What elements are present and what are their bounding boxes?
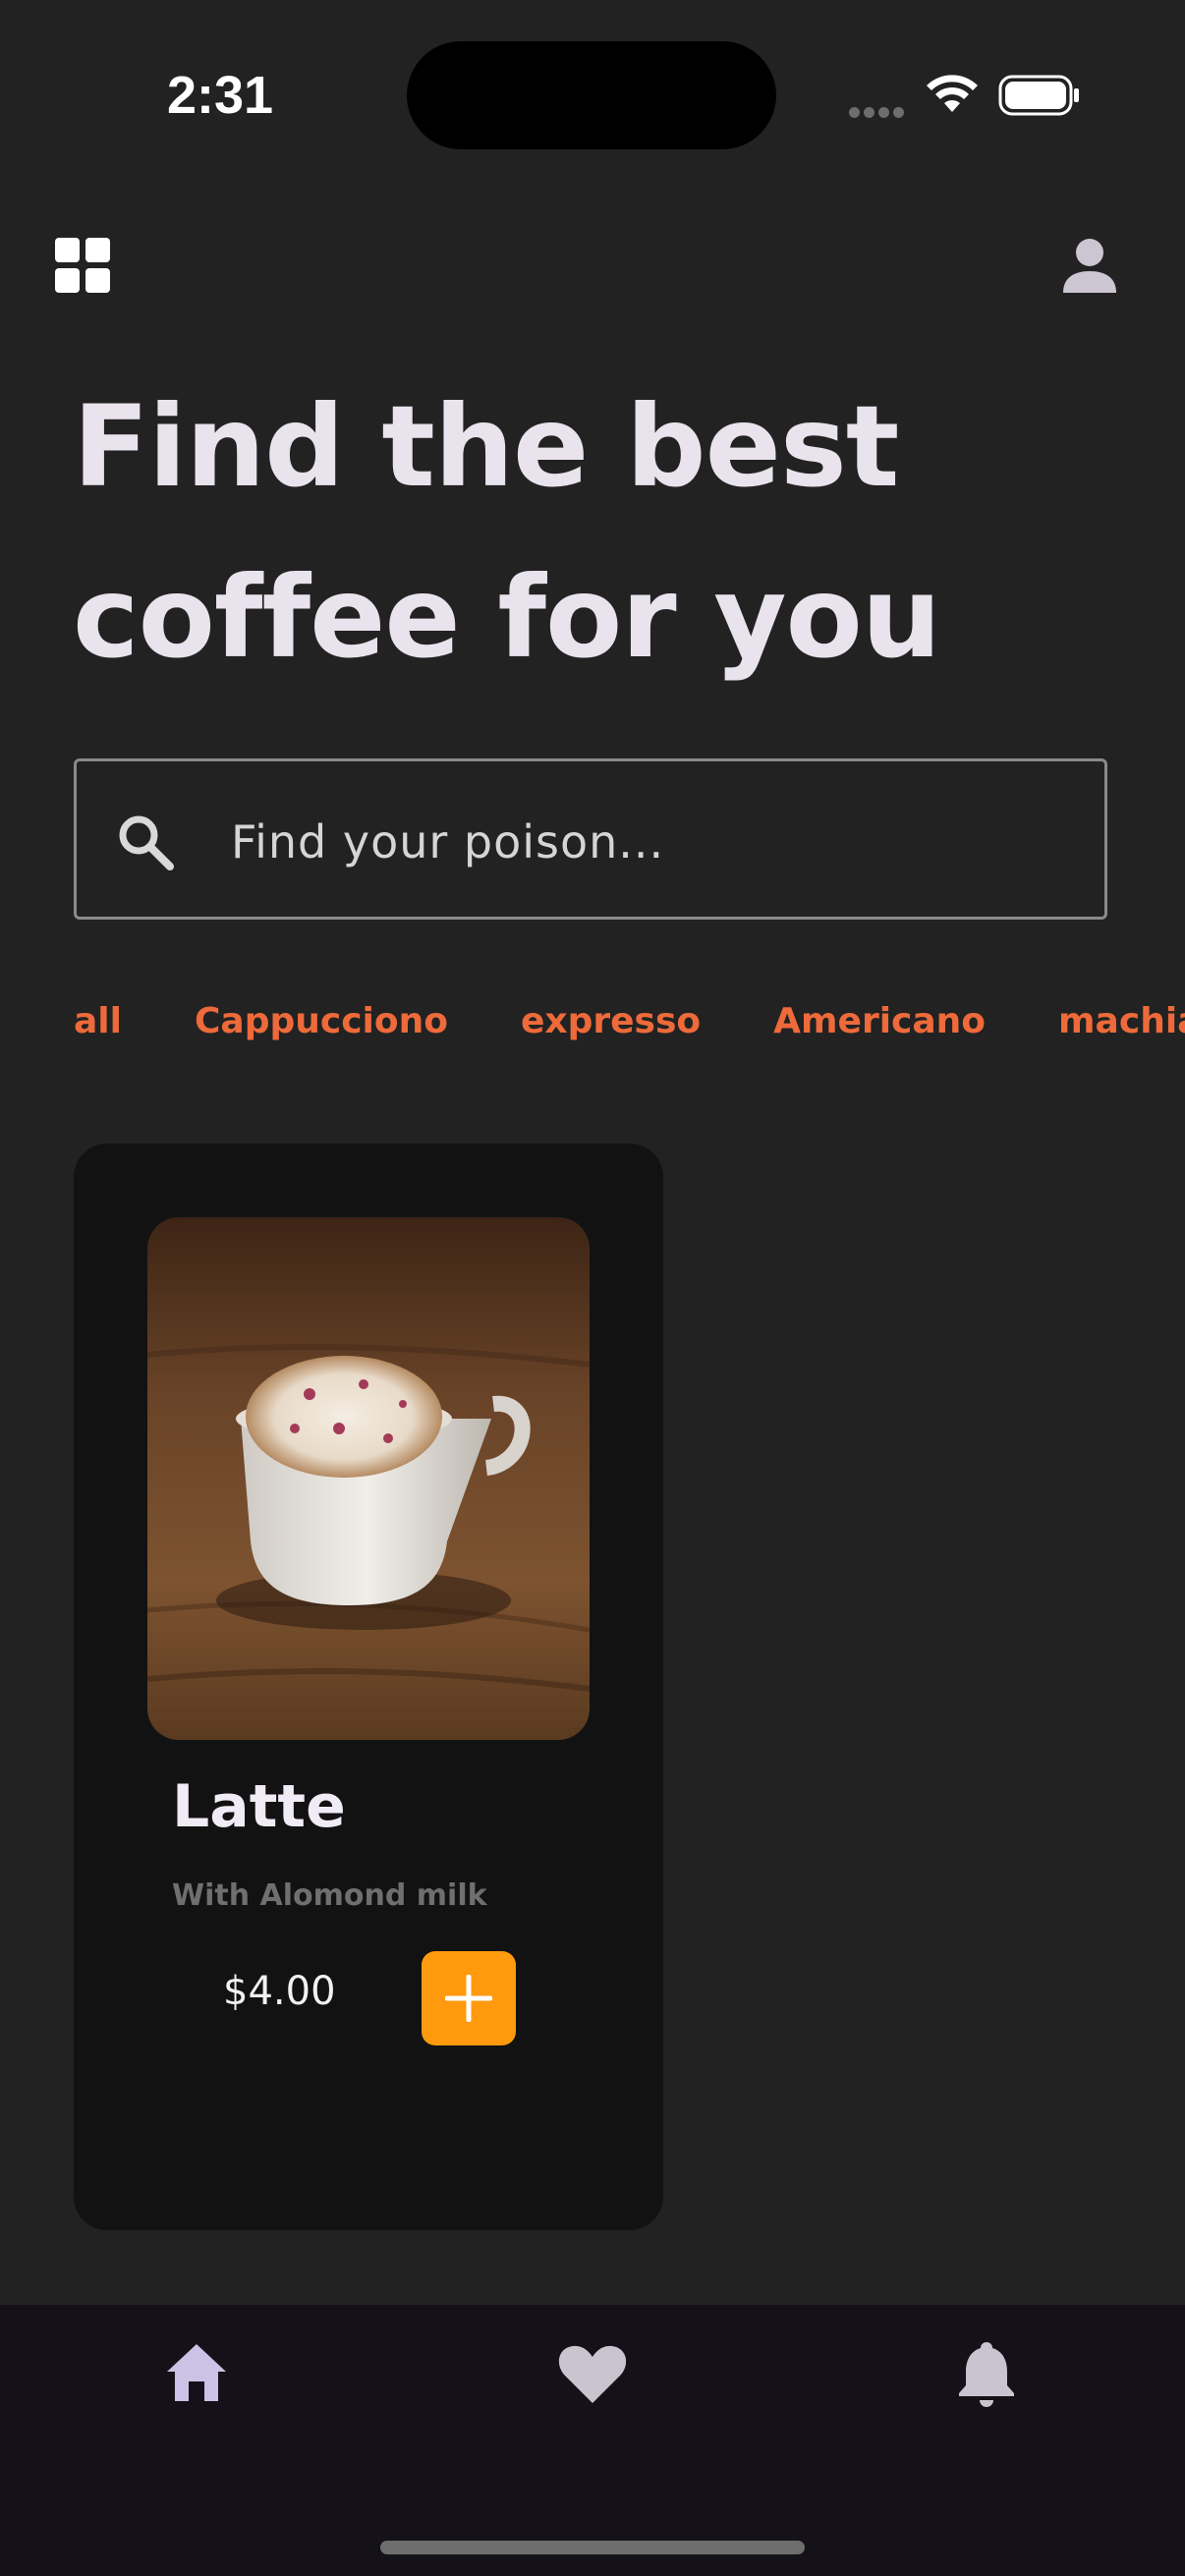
person-icon[interactable] <box>1061 238 1118 295</box>
home-icon[interactable] <box>157 2334 236 2413</box>
plus-icon <box>445 1975 492 2022</box>
battery-icon <box>998 75 1081 120</box>
dynamic-island <box>407 41 776 149</box>
grid-menu-icon[interactable] <box>55 238 110 293</box>
product-description: With Alomond milk <box>172 1878 487 1913</box>
page-title-line1: Find the best <box>73 381 899 512</box>
category-tab-cappuccino[interactable]: Cappucciono <box>195 992 448 1051</box>
category-tab-macchiato[interactable]: machiato <box>1058 992 1185 1051</box>
category-tab-all[interactable]: all <box>74 992 122 1051</box>
page-title-line2: coffee for you <box>73 552 941 683</box>
category-tabs: all Cappucciono expresso Americano machiato <box>74 992 1185 1051</box>
product-name: Latte <box>172 1772 346 1841</box>
product-price: $4.00 <box>223 1969 336 2014</box>
wifi-icon <box>926 75 979 118</box>
page-title: Find the best coffee for you <box>73 362 941 703</box>
bottom-nav <box>0 2305 1185 2576</box>
category-tab-espresso[interactable]: expresso <box>521 992 701 1051</box>
signal-icon <box>849 103 908 122</box>
home-indicator <box>380 2541 805 2554</box>
search-icon <box>116 812 175 871</box>
product-image <box>147 1217 590 1740</box>
category-tab-americano[interactable]: Americano <box>773 992 986 1051</box>
heart-icon[interactable] <box>553 2334 632 2413</box>
search-box[interactable] <box>74 758 1107 920</box>
status-bar: 2:31 <box>0 0 1185 187</box>
status-time: 2:31 <box>167 66 274 125</box>
product-card[interactable]: Latte With Alomond milk $4.00 <box>74 1144 663 2230</box>
add-to-cart-button[interactable] <box>422 1951 516 2045</box>
search-input[interactable] <box>229 797 1078 887</box>
bell-icon[interactable] <box>947 2334 1026 2413</box>
